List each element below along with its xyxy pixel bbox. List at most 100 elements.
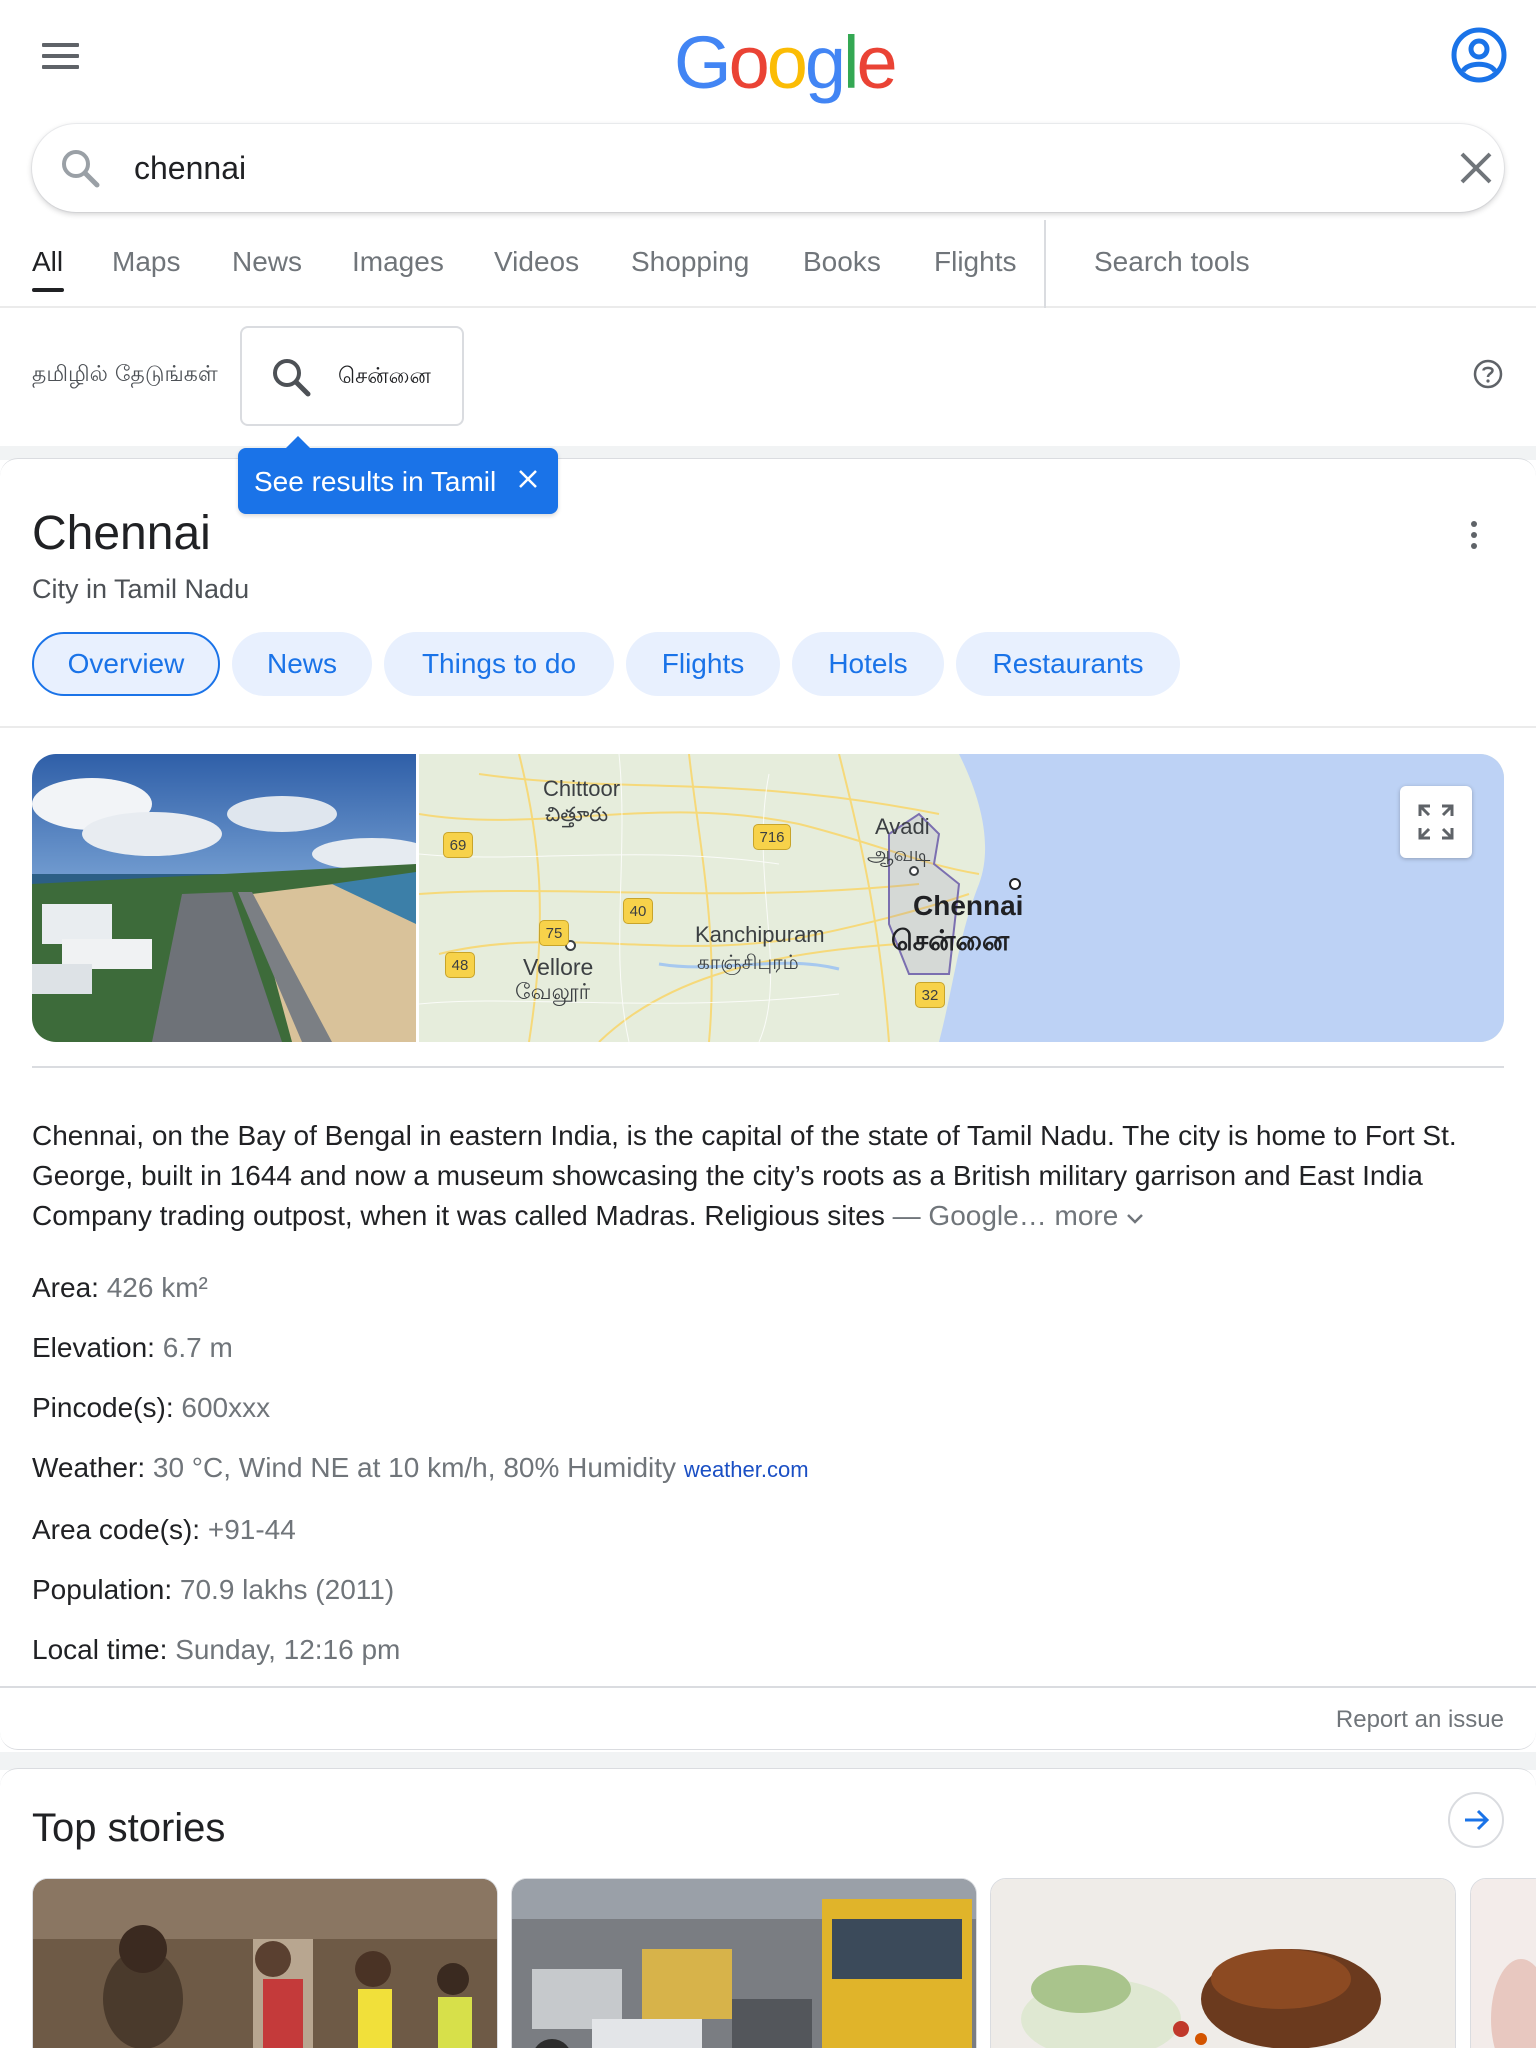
fact-population: Population: 70.9 lakhs (2011) [32, 1574, 394, 1606]
close-icon[interactable] [1452, 144, 1500, 192]
entity-chips: Overview News Things to do Flights Hotel… [0, 632, 1536, 728]
logo-letter: o [766, 21, 808, 104]
more-label: more [1054, 1200, 1119, 1231]
fact-label[interactable]: Weather: [32, 1452, 145, 1483]
tab-videos[interactable]: Videos [494, 246, 579, 278]
entity-description: Chennai, on the Bay of Bengal in eastern… [32, 1116, 1504, 1236]
logo-letter: l [843, 21, 860, 104]
language-suggestion: தமிழில் தேடுங்கள் சென்னை [0, 310, 1536, 446]
tab-all[interactable]: All [32, 246, 63, 278]
fact-elevation: Elevation: 6.7 m [32, 1332, 233, 1364]
chevron-down-icon [1127, 1214, 1143, 1224]
fact-label[interactable]: Pincode(s): [32, 1392, 174, 1423]
fact-pincode: Pincode(s): 600xxx [32, 1392, 270, 1424]
tamil-search-button[interactable]: சென்னை [240, 326, 464, 426]
fact-value: Sunday, 12:16 pm [175, 1634, 401, 1665]
fact-local-time: Local time: Sunday, 12:16 pm [32, 1634, 400, 1666]
tab-shopping[interactable]: Shopping [631, 246, 749, 278]
more-link[interactable]: more [1055, 1200, 1145, 1231]
chip-flights[interactable]: Flights [626, 632, 780, 696]
report-issue-link[interactable]: Report an issue [1336, 1706, 1504, 1734]
expand-map-icon[interactable] [1400, 786, 1472, 858]
account-icon[interactable] [1450, 26, 1508, 84]
fact-value: 6.7 m [162, 1332, 233, 1363]
tab-news[interactable]: News [232, 246, 302, 278]
fact-value: 30 °C, Wind NE at 10 km/h, 80% Humidity [152, 1452, 677, 1483]
tamil-results-tooltip[interactable]: See results in Tamil [238, 436, 559, 514]
fact-label[interactable]: Local time: [32, 1634, 167, 1665]
story-card[interactable] [32, 1878, 498, 2048]
fact-value: 600xxx [181, 1392, 271, 1423]
map-label-avadi-ta: ஆவடி [867, 842, 931, 866]
fact-label[interactable]: Elevation: [32, 1332, 155, 1363]
description-text: Chennai, on the Bay of Bengal in eastern… [32, 1120, 1457, 1231]
fact-label[interactable]: Area: [32, 1272, 99, 1303]
logo-letter: g [804, 21, 846, 104]
fact-area-code: Area code(s): +91-44 [32, 1514, 296, 1546]
more-options-icon[interactable] [1460, 516, 1488, 556]
hamburger-menu-icon[interactable] [32, 36, 88, 80]
tab-books[interactable]: Books [803, 246, 881, 278]
map-label-chittoor: Chittoor [543, 776, 621, 801]
story-card[interactable] [1470, 1878, 1536, 2048]
tab-flights[interactable]: Flights [934, 246, 1016, 278]
chip-restaurants[interactable]: Restaurants [956, 632, 1180, 696]
fact-label[interactable]: Population: [32, 1574, 172, 1605]
chip-news[interactable]: News [232, 632, 372, 696]
close-icon[interactable] [516, 466, 540, 490]
fact-value: 426 km² [106, 1272, 208, 1303]
header: Google [0, 0, 1536, 118]
city-map[interactable]: Chittoor చిత్తూరు Avadi ஆவடி Chennai சென… [419, 754, 1504, 1042]
tooltip-text: See results in Tamil [254, 466, 497, 497]
route-shield: 48 [445, 952, 475, 978]
tab-divider [1044, 220, 1046, 308]
map-label-chittoor-te: చిత్తూరు [545, 802, 609, 826]
search-input[interactable] [134, 142, 1434, 194]
tamil-query: சென்னை [338, 364, 431, 389]
chip-overview[interactable]: Overview [32, 632, 220, 696]
story-card[interactable] [511, 1878, 977, 2048]
fact-area: Area: 426 km² [32, 1272, 208, 1304]
chip-hotels[interactable]: Hotels [792, 632, 944, 696]
route-shield: 75 [539, 920, 569, 946]
logo-letter: o [728, 21, 770, 104]
fact-weather: Weather: 30 °C, Wind NE at 10 km/h, 80% … [32, 1452, 809, 1484]
help-icon[interactable] [1472, 358, 1504, 390]
fact-label[interactable]: Area code(s): [32, 1514, 200, 1545]
tab-search-tools[interactable]: Search tools [1094, 246, 1250, 278]
entity-subtitle: City in Tamil Nadu [32, 574, 250, 604]
route-shield: 716 [753, 824, 791, 850]
entity-media: Chittoor చిత్తూరు Avadi ஆவடி Chennai சென… [32, 754, 1504, 1042]
description-source: — Google… [892, 1200, 1047, 1231]
divider [32, 1066, 1504, 1068]
map-dot-avadi [909, 866, 919, 876]
top-stories-title: Top stories [32, 1806, 226, 1850]
fact-value: 70.9 lakhs (2011) [179, 1574, 395, 1605]
fact-value: +91-44 [207, 1514, 296, 1545]
tab-images[interactable]: Images [352, 246, 444, 278]
route-shield: 32 [915, 982, 945, 1008]
map-label-vellore: Vellore [523, 954, 594, 980]
map-label-kanchipuram: Kanchipuram [695, 922, 825, 947]
weather-source-link[interactable]: weather.com [684, 1457, 809, 1482]
map-label-chennai: Chennai [913, 890, 1024, 921]
search-icon [268, 354, 314, 400]
search-tabs: All Maps News Images Videos Shopping Boo… [0, 218, 1536, 308]
story-card[interactable] [990, 1878, 1456, 2048]
map-label-kanchipuram-ta: காஞ்சிபுரம் [697, 950, 799, 974]
route-shield: 40 [623, 898, 653, 924]
tamil-search-label: தமிழில் தேடுங்கள் [32, 362, 218, 387]
route-shield: 69 [443, 832, 473, 858]
search-icon[interactable] [58, 146, 102, 190]
search-box [32, 124, 1504, 212]
arrow-right-icon[interactable] [1448, 1792, 1504, 1848]
map-label-chennai-ta: சென்னை [891, 924, 1010, 957]
tab-maps[interactable]: Maps [112, 246, 180, 278]
active-tab-indicator [32, 288, 64, 292]
city-photo[interactable] [32, 754, 416, 1042]
google-logo[interactable]: Google [674, 20, 898, 105]
map-dot-chennai [1009, 878, 1021, 890]
map-label-vellore-ta: வேலூர் [515, 980, 591, 1005]
logo-letter: e [856, 21, 897, 104]
chip-things-to-do[interactable]: Things to do [384, 632, 614, 696]
